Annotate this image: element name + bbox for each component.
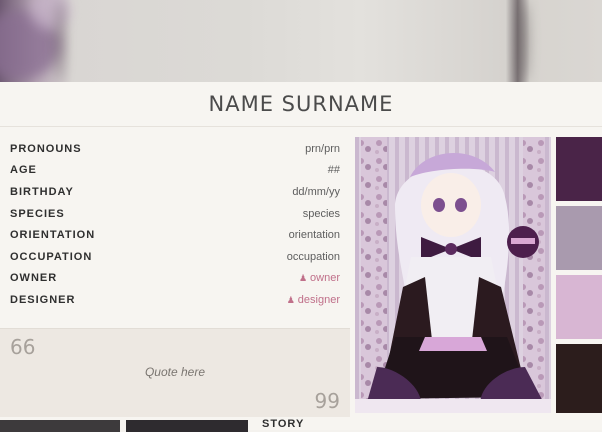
- stat-row-pronouns: PRONOUNS prn/prn: [10, 138, 340, 160]
- gallery-thumbnail[interactable]: [0, 420, 120, 432]
- palette-swatch: [556, 344, 602, 413]
- stats-list: PRONOUNS prn/prn AGE ## BIRTHDAY dd/mm/y…: [10, 138, 340, 311]
- stat-value: ##: [327, 164, 340, 177]
- user-icon: ♟: [298, 273, 308, 284]
- stat-row-age: AGE ##: [10, 160, 340, 182]
- stat-value: prn/prn: [305, 142, 340, 155]
- stat-value: dd/mm/yy: [292, 185, 340, 198]
- stat-label: DESIGNER: [10, 293, 76, 306]
- stat-row-occupation: OCCUPATION occupation: [10, 246, 340, 268]
- user-icon: ♟: [286, 294, 295, 305]
- stat-value: orientation: [288, 229, 340, 242]
- stat-label: ORIENTATION: [10, 229, 96, 242]
- character-portrait: [355, 137, 551, 413]
- header-banner-image: [0, 0, 602, 82]
- palette-swatch: [556, 275, 602, 339]
- profile-card: NAME SURNAME PRONOUNS prn/prn AGE ## BIR…: [0, 82, 602, 432]
- stat-value: occupation: [286, 250, 340, 263]
- stat-row-owner: OWNER ♟ owner: [10, 268, 340, 290]
- stat-label: BIRTHDAY: [10, 185, 74, 198]
- stat-row-birthday: BIRTHDAY dd/mm/yy: [10, 181, 340, 203]
- quote-close-mark: 99: [314, 389, 340, 413]
- stat-label: OCCUPATION: [10, 250, 93, 263]
- stat-label: AGE: [10, 164, 37, 177]
- quote-open-mark: 66: [10, 335, 36, 359]
- palette-swatch: [556, 137, 602, 201]
- stat-label: PRONOUNS: [10, 142, 82, 155]
- stat-label: OWNER: [10, 272, 58, 285]
- gallery-thumbnail[interactable]: [126, 420, 248, 432]
- designer-link[interactable]: ♟ designer: [287, 294, 340, 306]
- palette-swatch: [556, 206, 602, 270]
- owner-link[interactable]: ♟ owner: [299, 272, 340, 284]
- story-heading: STORY: [262, 418, 305, 430]
- character-name: NAME SURNAME: [0, 82, 602, 127]
- designer-link-text: designer: [297, 293, 340, 306]
- quote-box: 66 Quote here 99: [0, 328, 350, 417]
- stat-row-orientation: ORIENTATION orientation: [10, 224, 340, 246]
- owner-link-text: owner: [310, 272, 340, 285]
- quote-text: Quote here: [144, 365, 206, 379]
- stat-value: species: [302, 207, 340, 220]
- stat-row-designer: DESIGNER ♟ designer: [10, 289, 340, 311]
- stat-row-species: SPECIES species: [10, 203, 340, 225]
- stat-label: SPECIES: [10, 207, 65, 220]
